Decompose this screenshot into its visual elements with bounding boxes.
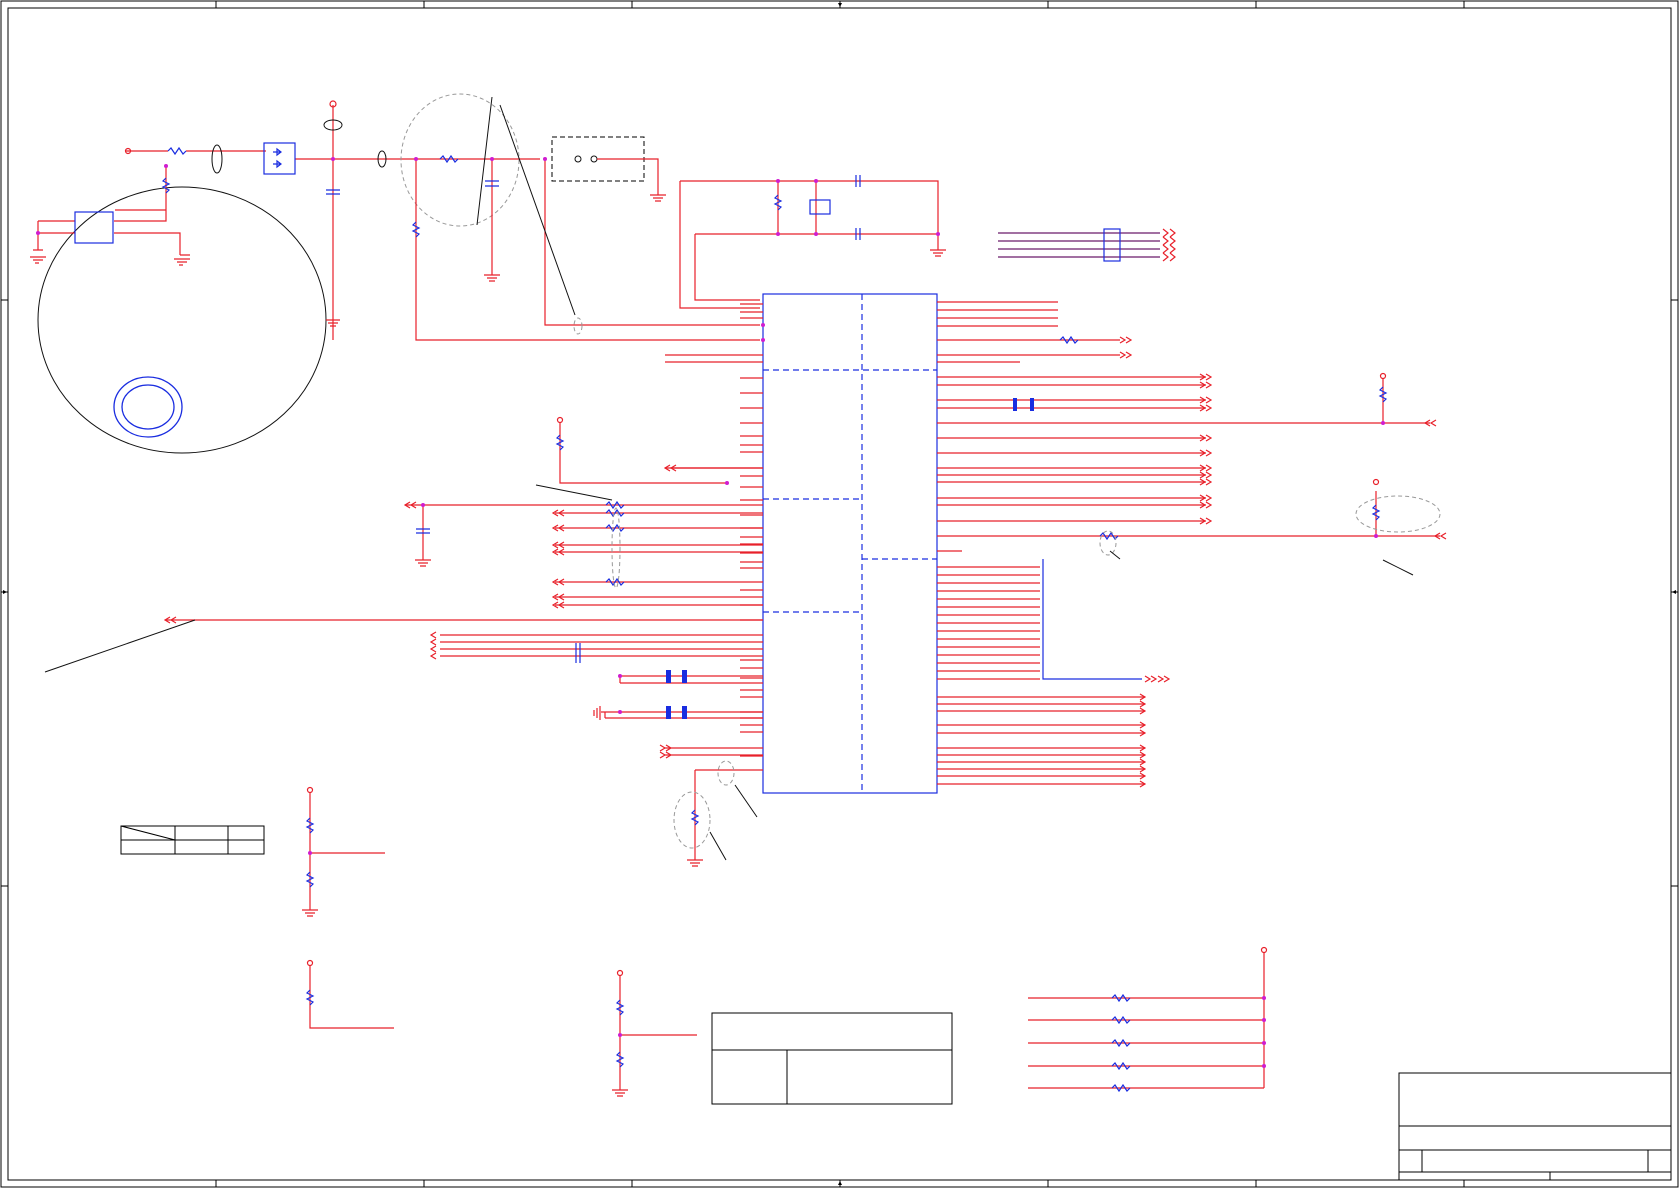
option-table [120,825,265,855]
schematic-sheet [0,0,1679,1188]
power-input-section [30,93,760,341]
bus-lines [937,559,1171,788]
sheet-border [0,0,1679,1188]
battery-circle [37,186,327,454]
divider-networks [302,786,697,1097]
crystal-section [679,175,946,309]
ic-left-pins [665,303,763,757]
junction-dots [308,323,1385,1068]
pullup-resistor-bank [1028,946,1268,1093]
ic-right-pins [937,301,1447,576]
resistor-array-top [998,228,1176,262]
main-ic [762,293,938,794]
left-signal-section [44,416,763,867]
title-block [1398,1072,1672,1181]
note-box [711,1012,953,1105]
